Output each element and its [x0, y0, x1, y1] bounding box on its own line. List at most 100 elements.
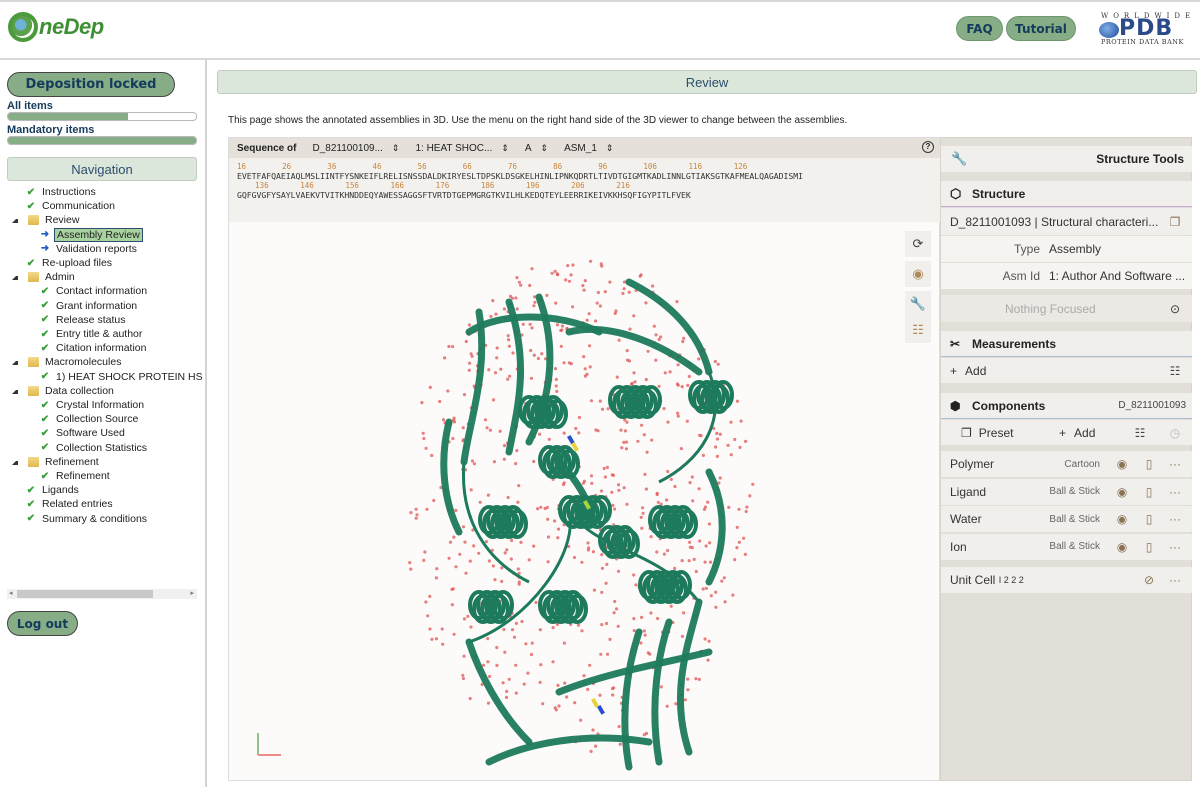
- nav-item[interactable]: ✔ Contact information: [40, 284, 147, 298]
- nav-item[interactable]: ✔ Entry title & author: [40, 327, 143, 341]
- nav-item-label: Collection Source: [56, 413, 139, 426]
- entity-select[interactable]: 1: HEAT SHOC... ⇕: [415, 143, 508, 154]
- structure-name-row[interactable]: D_8211001093 | Structural characteri... …: [941, 208, 1192, 235]
- copy-icon[interactable]: ❐: [1162, 208, 1188, 235]
- nav-item[interactable]: ✔ Refinement: [40, 469, 110, 483]
- component-row[interactable]: Polymer Cartoon ◉ ▯ ···: [941, 451, 1192, 477]
- reset-camera-button[interactable]: ⟳: [905, 231, 931, 257]
- asm-id-select[interactable]: 1: Author And Software ...: [1049, 263, 1185, 289]
- nav-item[interactable]: ✔ Ligands: [26, 483, 79, 497]
- eye-icon[interactable]: ◉: [1109, 479, 1135, 505]
- expand-toggle-icon[interactable]: [12, 459, 18, 465]
- eye-icon[interactable]: ◉: [1109, 506, 1135, 532]
- component-row[interactable]: Water Ball & Stick ◉ ▯ ···: [941, 506, 1192, 532]
- water-molecule: [704, 586, 708, 590]
- trash-icon[interactable]: ▯: [1136, 479, 1162, 505]
- expand-toggle-icon[interactable]: [12, 388, 18, 394]
- eye-icon[interactable]: ◉: [1109, 534, 1135, 560]
- preset-button[interactable]: ❐ Preset: [961, 420, 1013, 445]
- help-icon[interactable]: ?: [922, 141, 934, 153]
- nav-item[interactable]: ✔ Release status: [40, 313, 126, 327]
- type-value[interactable]: Assembly: [1049, 236, 1101, 262]
- nav-item[interactable]: ✔ Collection Source: [40, 412, 139, 426]
- measurements-add-button[interactable]: + Add: [950, 358, 986, 383]
- water-molecule: [508, 294, 513, 298]
- scrollbar-thumb[interactable]: [17, 590, 153, 598]
- onedep-logo[interactable]: neDep: [8, 12, 104, 42]
- trash-icon[interactable]: ▯: [1136, 534, 1162, 560]
- wwpdb-logo[interactable]: WORLDWIDE PDB PROTEIN DATA BANK: [1097, 12, 1193, 46]
- nav-item[interactable]: ✔ Summary & conditions: [26, 512, 147, 526]
- nav-item-label: Contact information: [56, 285, 148, 298]
- nav-item[interactable]: Admin: [12, 270, 75, 284]
- nav-item[interactable]: ✔ Software Used: [40, 426, 125, 440]
- helix: [608, 385, 662, 419]
- nav-item-label: Refinement: [45, 455, 99, 468]
- nav-item[interactable]: ✔ 1) HEAT SHOCK PROTEIN HS: [40, 370, 203, 384]
- nav-item[interactable]: ✔ Related entries: [26, 497, 113, 511]
- nav-item[interactable]: ➜ Assembly Review: [40, 227, 143, 242]
- measurements-add-label: Add: [965, 363, 987, 378]
- water-molecule: [577, 415, 581, 420]
- unit-cell-row[interactable]: Unit Cell I 2 2 2 ⊘ ···: [941, 567, 1192, 593]
- trash-icon[interactable]: ▯: [1136, 451, 1162, 477]
- components-section-header[interactable]: ⬢ Components D_8211001093: [941, 393, 1192, 419]
- water-molecule: [708, 541, 712, 545]
- structure-section-header[interactable]: ⬡ Structure: [941, 181, 1192, 207]
- component-row[interactable]: Ligand Ball & Stick ◉ ▯ ···: [941, 478, 1192, 505]
- settings-button[interactable]: ☷: [905, 317, 931, 343]
- eye-icon[interactable]: ◉: [1109, 451, 1135, 477]
- scroll-right-icon[interactable]: ▸: [190, 589, 194, 597]
- visibility-off-icon[interactable]: ⊘: [1136, 567, 1162, 593]
- more-options-icon[interactable]: ···: [1162, 506, 1188, 532]
- nav-item[interactable]: Refinement: [12, 455, 99, 469]
- nav-item[interactable]: Macromolecules: [12, 355, 121, 369]
- component-row[interactable]: Ion Ball & Stick ◉ ▯ ···: [941, 533, 1192, 560]
- sequence-line2[interactable]: GQFGVGFYSAYLVAEKVTVITKHNDDEQYAWESSAGGSFT…: [237, 190, 940, 200]
- nav-item[interactable]: ✔ Grant information: [40, 299, 137, 313]
- sequence-panel[interactable]: 16 26 36 46 56 66 76 86 96 106 116 126 E…: [229, 158, 940, 222]
- assembly-select[interactable]: ASM_1 ⇕: [564, 143, 613, 154]
- history-icon[interactable]: ◷: [1162, 420, 1188, 445]
- expand-toggle-icon[interactable]: [12, 359, 18, 366]
- protein-structure-render[interactable]: [229, 222, 940, 781]
- tools-button[interactable]: 🔧: [905, 291, 931, 317]
- faq-button[interactable]: FAQ: [956, 16, 1003, 41]
- component-representation[interactable]: Ball & Stick: [1049, 479, 1100, 505]
- measurement-options-icon[interactable]: ☷: [1162, 358, 1188, 383]
- logout-button[interactable]: Log out: [7, 611, 78, 636]
- nav-item[interactable]: ✔ Citation information: [40, 341, 147, 355]
- deposition-locked-button[interactable]: Deposition locked: [7, 72, 175, 97]
- screenshot-button[interactable]: ◉: [905, 261, 931, 287]
- more-options-icon[interactable]: ···: [1162, 451, 1188, 477]
- water-molecule: [468, 696, 472, 701]
- nav-item[interactable]: ✔ Instructions: [26, 185, 96, 199]
- components-options-icon[interactable]: ☷: [1127, 420, 1153, 445]
- measurements-section-header[interactable]: ✂ Measurements: [941, 331, 1192, 357]
- expand-toggle-icon[interactable]: [12, 217, 18, 224]
- sequence-line1[interactable]: EVETFAFQAEIAQLMSLIINTFYSNKEIFLRELISNSSDA…: [237, 171, 940, 181]
- nav-item[interactable]: Review: [12, 213, 79, 227]
- trash-icon[interactable]: ▯: [1136, 506, 1162, 532]
- component-representation[interactable]: Cartoon: [1064, 451, 1100, 477]
- focus-target-icon[interactable]: ⊙: [1162, 295, 1188, 322]
- tutorial-button[interactable]: Tutorial: [1006, 16, 1076, 41]
- nav-item[interactable]: ✔ Re-upload files: [26, 256, 112, 270]
- more-options-icon[interactable]: ···: [1162, 534, 1188, 560]
- tree-horizontal-scrollbar[interactable]: ◂ ▸: [7, 589, 197, 599]
- nav-item[interactable]: Data collection: [12, 384, 114, 398]
- nav-item[interactable]: ✔ Collection Statistics: [40, 441, 147, 455]
- scroll-left-icon[interactable]: ◂: [9, 589, 13, 597]
- nav-item[interactable]: ✔ Crystal Information: [40, 398, 144, 412]
- component-representation[interactable]: Ball & Stick: [1049, 534, 1100, 560]
- component-representation[interactable]: Ball & Stick: [1049, 506, 1100, 532]
- more-options-icon[interactable]: ···: [1162, 479, 1188, 505]
- nav-item[interactable]: ✔ Communication: [26, 199, 115, 213]
- more-options-icon[interactable]: ···: [1162, 567, 1188, 593]
- expand-toggle-icon[interactable]: [12, 274, 18, 281]
- components-add-button[interactable]: + Add: [1059, 420, 1095, 445]
- entry-select[interactable]: D_821100109... ⇕: [312, 143, 399, 154]
- nav-item[interactable]: ➜ Validation reports: [40, 242, 137, 256]
- 3d-canvas[interactable]: ⟳ ◉ 🔧 ☷: [229, 222, 940, 781]
- chain-select[interactable]: A ⇕: [525, 143, 548, 154]
